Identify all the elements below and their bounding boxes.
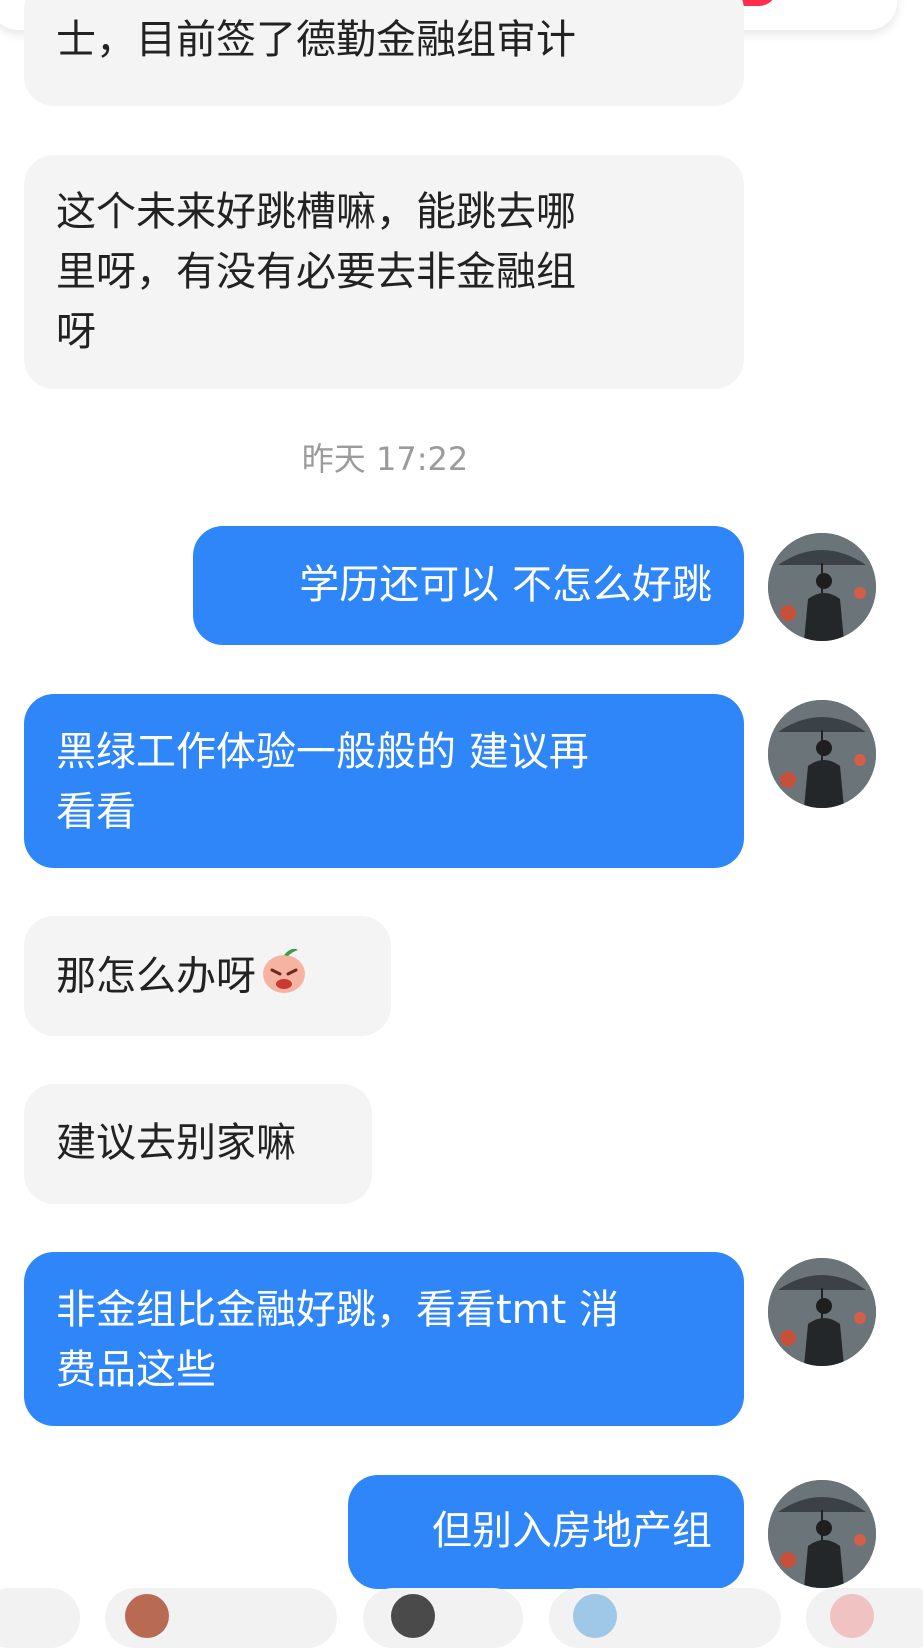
message-text: 但别入房地产组 [432, 1508, 712, 1554]
cat-sticker-icon [391, 1594, 435, 1638]
sticker-icon [830, 1594, 874, 1638]
outgoing-message-bubble[interactable]: 但别入房地产组 [348, 1475, 744, 1589]
message-text: 黑绿工作体验一般般的 建议再 看看 [56, 729, 589, 835]
incoming-message-bubble[interactable]: 建议去别家嘛 [24, 1084, 372, 1204]
avatar[interactable] [768, 533, 876, 641]
message-text: 士，目前签了德勤金融组审计 [56, 17, 576, 63]
avatar[interactable] [768, 700, 876, 808]
avatar-image [768, 700, 876, 808]
quick-reply-chip[interactable] [105, 1588, 337, 1648]
outgoing-message-bubble[interactable]: 黑绿工作体验一般般的 建议再 看看 [24, 694, 744, 868]
outgoing-message-bubble[interactable]: 非金组比金融好跳，看看tmt 消 费品这些 [24, 1252, 744, 1426]
message-text: 那怎么办呀 [56, 953, 256, 1000]
timestamp: 昨天 17:22 [301, 440, 469, 478]
incoming-message-bubble[interactable]: 士，目前签了德勤金融组审计 [24, 0, 744, 106]
message-text: 学历还可以 不怎么好跳 [299, 562, 712, 608]
message-text: 这个未来好跳槽嘛，能跳去哪 里呀，有没有必要去非金融组 呀 [56, 189, 576, 355]
incoming-message-bubble[interactable]: 那怎么办呀 [24, 916, 391, 1036]
avatar[interactable] [768, 1480, 876, 1588]
crying-peach-emoji-icon [258, 944, 310, 1013]
avatar-image [768, 1258, 876, 1366]
quick-reply-chip[interactable] [549, 1588, 781, 1648]
sticker-icon [573, 1594, 617, 1638]
message-text: 非金组比金融好跳，看看tmt 消 费品这些 [56, 1287, 620, 1393]
quick-reply-chip[interactable] [363, 1588, 523, 1648]
incoming-message-bubble[interactable]: 这个未来好跳槽嘛，能跳去哪 里呀，有没有必要去非金融组 呀 [24, 155, 744, 389]
avatar-image [768, 533, 876, 641]
outgoing-message-bubble[interactable]: 学历还可以 不怎么好跳 [193, 526, 744, 645]
avatar-image [768, 1480, 876, 1588]
message-text: 建议去别家嘛 [56, 1120, 296, 1166]
quick-reply-chip[interactable] [0, 1588, 80, 1648]
avatar[interactable] [768, 1258, 876, 1366]
quick-reply-chip[interactable] [806, 1588, 923, 1648]
sticker-icon [125, 1594, 169, 1638]
